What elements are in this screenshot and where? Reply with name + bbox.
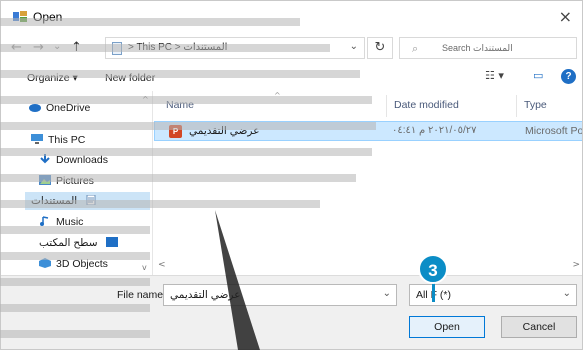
file-name-field[interactable]: عرضي التقديمي ⌄ (163, 284, 397, 306)
window-title: Open (33, 10, 63, 24)
address-path: > This PC > المستندات (128, 42, 228, 53)
sidebar-item-label: OneDrive (46, 102, 91, 114)
scroll-left-icon[interactable]: < (158, 260, 166, 270)
scroll-right-icon[interactable]: > (572, 260, 580, 270)
cancel-button[interactable]: Cancel (501, 316, 577, 338)
sidebar-item-label: 3D Objects (56, 258, 108, 270)
scroll-up-icon[interactable]: ^ (142, 95, 149, 104)
close-icon[interactable]: × (559, 7, 572, 26)
file-date-cell: ٢٠٢١/٠٥/٢٧ م ٠٤:٤١ (392, 125, 477, 136)
file-type-cell: Microsoft Po (525, 125, 583, 137)
powerpoint-file-icon: P (169, 125, 182, 138)
file-name-value: عرضي التقديمي (170, 289, 241, 301)
navigation-bar: ← → ⌄ ↑ > This PC > المستندات ⌄ ↻ ⌕ Sear… (1, 33, 582, 63)
file-name-cell: عرضي التقديمي (189, 125, 260, 137)
app-icon (13, 11, 27, 22)
recent-locations-icon[interactable]: ⌄ (53, 41, 61, 52)
open-file-dialog: Open × ← → ⌄ ↑ > This PC > المستندات ⌄ ↻… (0, 0, 583, 350)
new-folder-button[interactable]: New folder (105, 72, 155, 84)
scroll-down-icon[interactable]: v (142, 263, 147, 272)
download-icon (40, 154, 50, 164)
file-list: Name ^ Date modified Type P عرضي التقديم… (154, 91, 583, 275)
chevron-down-icon[interactable]: ⌄ (383, 288, 391, 299)
preview-pane-icon[interactable]: ▭ (533, 69, 543, 82)
sidebar-item-documents[interactable]: المستندات (25, 192, 150, 210)
sidebar-item-music[interactable]: Music (39, 213, 83, 231)
search-input[interactable]: ⌕ Search المستندات (399, 37, 577, 59)
help-icon[interactable]: ? (561, 69, 576, 84)
sidebar-item-onedrive[interactable]: OneDrive (29, 99, 90, 117)
sidebar-item-3d-objects[interactable]: 3D Objects (39, 255, 108, 273)
callout-pointer (432, 282, 435, 302)
sidebar-item-this-pc[interactable]: This PC (31, 131, 85, 149)
chevron-down-icon[interactable]: ⌄ (350, 41, 358, 52)
computer-icon (31, 134, 43, 144)
title-bar: Open × (1, 1, 582, 33)
open-button[interactable]: Open (409, 316, 485, 338)
sidebar-item-label: المستندات (31, 195, 78, 207)
organize-menu[interactable]: Organize ▾ (27, 72, 78, 84)
3d-objects-icon (39, 258, 51, 268)
column-header-type[interactable]: Type (524, 99, 547, 111)
sidebar-scrollbar[interactable]: ^ v (139, 91, 153, 275)
folder-icon (112, 42, 122, 55)
step-callout-badge: 3 (418, 254, 448, 284)
column-header-date-modified[interactable]: Date modified (394, 99, 459, 111)
sidebar-item-label: Music (56, 216, 84, 228)
sidebar-item-label: سطح المكتب (39, 237, 98, 249)
sidebar-item-downloads[interactable]: Downloads (39, 151, 108, 169)
refresh-button[interactable]: ↻ (367, 37, 393, 59)
desktop-icon (105, 237, 118, 247)
documents-icon (86, 195, 96, 205)
file-name-label: File name: (117, 289, 167, 301)
sidebar-item-desktop[interactable]: سطح المكتب (39, 234, 123, 252)
column-header-name[interactable]: Name (166, 99, 194, 111)
command-toolbar: Organize ▾ New folder ☷ ▾ ▭ ? (1, 63, 582, 91)
change-view-icon[interactable]: ☷ ▾ (485, 69, 504, 82)
chevron-down-icon[interactable]: ⌄ (563, 288, 571, 299)
dialog-footer: File name: عرضي التقديمي ⌄ All F (*) ⌄ O… (1, 275, 582, 349)
navigation-pane: OneDrive This PC Downloads Pictures المس… (1, 91, 153, 275)
back-arrow-icon[interactable]: ← (11, 40, 22, 55)
up-arrow-icon[interactable]: ↑ (71, 40, 82, 55)
forward-arrow-icon[interactable]: → (33, 40, 44, 55)
file-row-selected[interactable]: P عرضي التقديمي ٢٠٢١/٠٥/٢٧ م ٠٤:٤١ Micro… (154, 121, 583, 141)
search-placeholder: Search المستندات (442, 43, 513, 53)
column-divider[interactable] (386, 95, 387, 117)
pictures-icon (39, 175, 51, 185)
sort-ascending-icon: ^ (274, 91, 281, 100)
sidebar-item-label: Downloads (56, 154, 108, 166)
column-divider[interactable] (516, 95, 517, 117)
search-icon: ⌕ (412, 42, 419, 55)
cloud-icon (29, 104, 41, 112)
sidebar-item-pictures[interactable]: Pictures (39, 172, 94, 190)
file-list-scrollbar[interactable]: < > (154, 259, 582, 273)
music-icon (40, 216, 49, 226)
sidebar-item-label: This PC (48, 134, 86, 146)
address-bar[interactable]: > This PC > المستندات ⌄ (105, 37, 365, 59)
sidebar-item-label: Pictures (56, 175, 94, 187)
